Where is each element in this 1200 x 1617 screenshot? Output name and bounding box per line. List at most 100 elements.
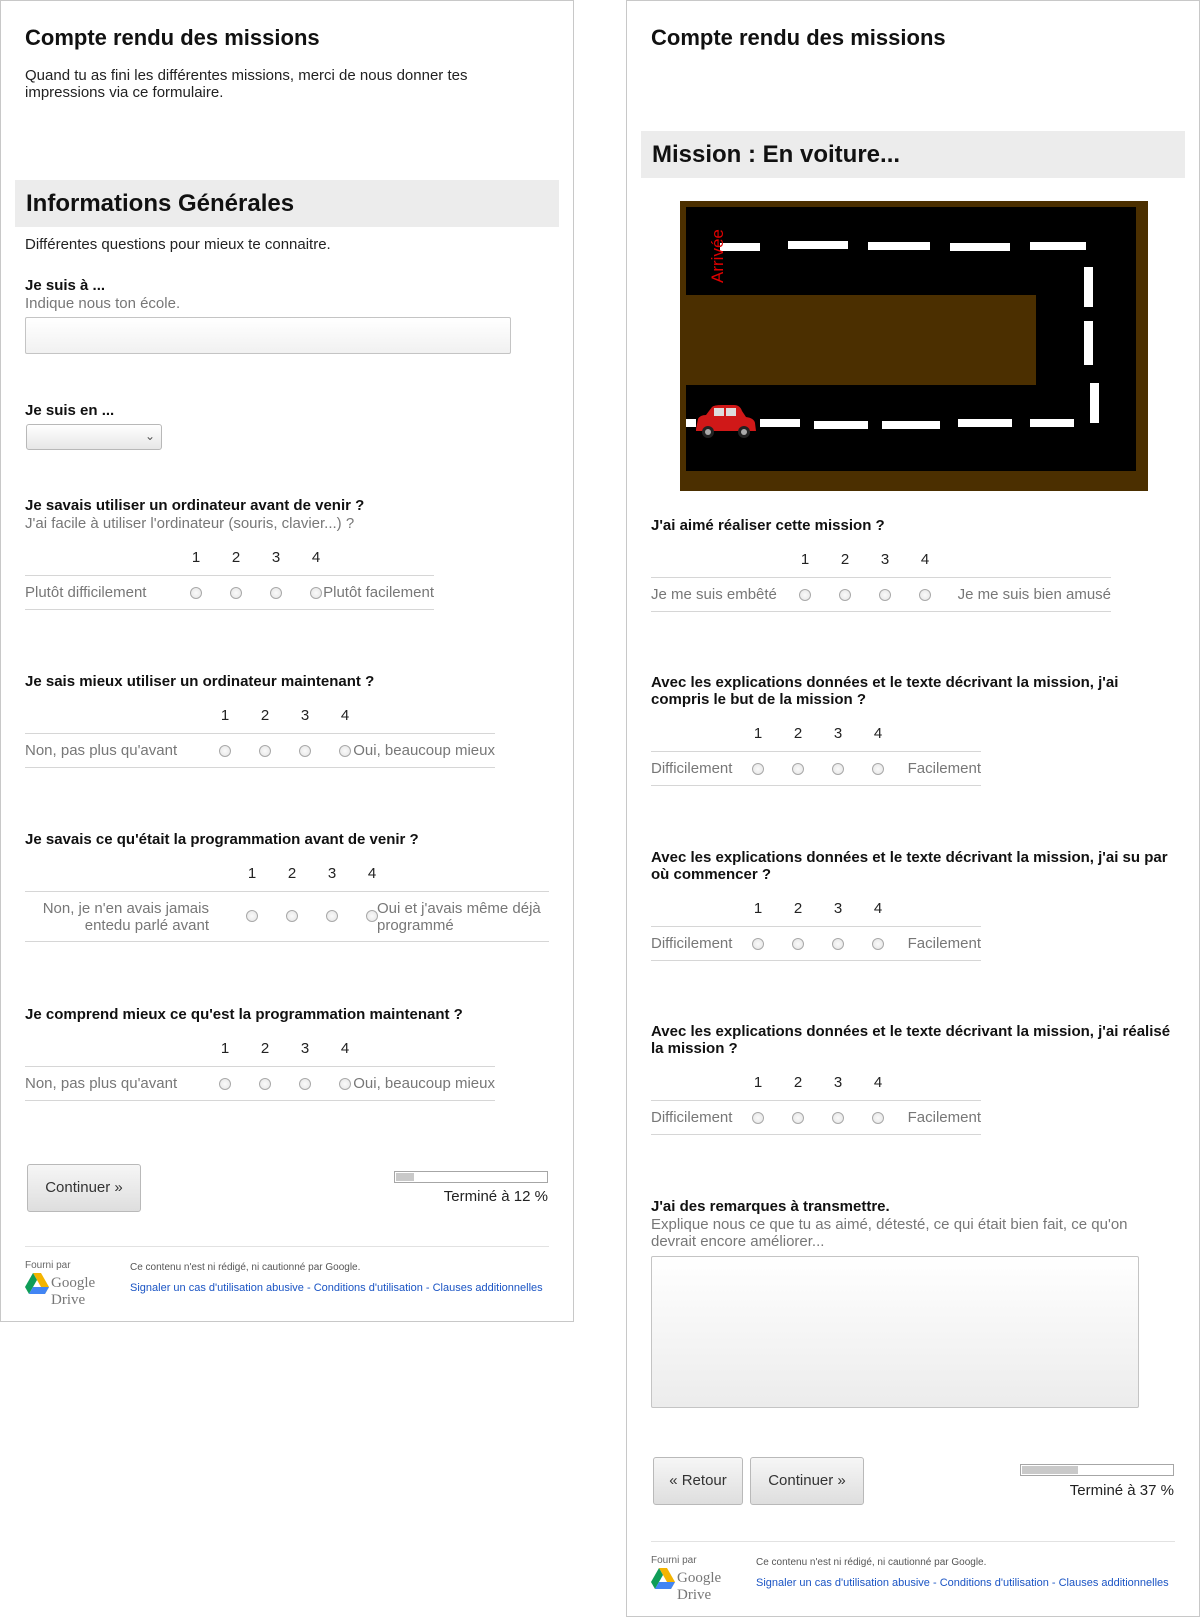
rating-radio-4[interactable] <box>872 938 884 950</box>
scale-max-label: Facilement <box>907 1109 981 1126</box>
rating-radio-1[interactable] <box>752 763 764 775</box>
scale-min-label: Difficilement <box>651 935 733 952</box>
rating-radio-2[interactable] <box>792 763 804 775</box>
road-dash <box>950 243 1010 251</box>
chevron-down-icon: ⌄ <box>144 429 155 443</box>
road-dash <box>1090 383 1099 423</box>
rating-radio-3[interactable] <box>832 763 844 775</box>
scale-min-label: Je me suis embêté <box>651 586 777 603</box>
rating-radio-4[interactable] <box>872 763 884 775</box>
rating-radio-3[interactable] <box>270 587 282 599</box>
scale-number: 1 <box>220 1040 230 1057</box>
rating-radio-1[interactable] <box>799 589 811 601</box>
rating-radio-1[interactable] <box>752 1112 764 1124</box>
rating-radio-2[interactable] <box>792 1112 804 1124</box>
section-title: Informations Générales <box>26 190 295 217</box>
footer-divider <box>25 1246 549 1247</box>
scale-number: 3 <box>880 551 890 568</box>
google-drive-logo[interactable]: Google Drive <box>25 1273 129 1308</box>
scale-number: 4 <box>340 1040 350 1057</box>
rating-radio-3[interactable] <box>299 1078 311 1090</box>
continue-button[interactable]: Continuer » <box>750 1457 864 1505</box>
scale-number: 1 <box>753 900 763 917</box>
scale-min-label: Difficilement <box>651 1109 733 1126</box>
class-select[interactable]: ⌄ <box>26 424 162 450</box>
google-drive-icon <box>651 1568 675 1589</box>
rating-radio-3[interactable] <box>299 745 311 757</box>
mission-image: Arrivée <box>680 201 1148 491</box>
continue-button[interactable]: Continuer » <box>27 1164 141 1212</box>
rating-radio-1[interactable] <box>219 745 231 757</box>
scale-row: Non, je n'en avais jamais entedu parlé a… <box>25 891 549 942</box>
road-dash <box>1030 242 1086 250</box>
google-drive-logo[interactable]: Google Drive <box>651 1568 755 1603</box>
rating-radio-1[interactable] <box>190 587 202 599</box>
remarks-textarea[interactable] <box>651 1256 1139 1408</box>
scale-max-label: Facilement <box>907 935 981 952</box>
scale-number: 1 <box>191 549 201 566</box>
rating-radio-3[interactable] <box>832 1112 844 1124</box>
rating-radio-3[interactable] <box>832 938 844 950</box>
rating-radio-4[interactable] <box>872 1112 884 1124</box>
scale-number: 2 <box>287 865 297 882</box>
section-title: Mission : En voiture... <box>652 141 901 168</box>
question-title: Je savais ce qu'était la programmation a… <box>25 831 419 848</box>
road-dash <box>1030 419 1074 427</box>
google-drive-wordmark: Google Drive <box>51 1275 96 1308</box>
scale-min-label: Non, je n'en avais jamais entedu parlé a… <box>42 900 209 934</box>
form-description: Quand tu as fini les différentes mission… <box>25 67 468 101</box>
scale-number: 2 <box>793 1074 803 1091</box>
road-dash <box>788 241 848 249</box>
scale-number: 2 <box>260 707 270 724</box>
progress-fill <box>396 1173 414 1181</box>
scale-number: 3 <box>833 725 843 742</box>
powered-by-label: Fourni par <box>651 1555 697 1566</box>
back-button[interactable]: « Retour <box>653 1457 743 1505</box>
scale-row: Difficilement Facilement <box>651 926 981 961</box>
scale-number: 1 <box>800 551 810 568</box>
road-dash <box>868 242 930 250</box>
scale-number: 1 <box>247 865 257 882</box>
rating-radio-2[interactable] <box>792 938 804 950</box>
footer-links[interactable]: Signaler un cas d'utilisation abusive - … <box>130 1282 543 1294</box>
question-title-remarks: J'ai des remarques à transmettre. <box>651 1198 890 1215</box>
scale-max-label: Oui, beaucoup mieux <box>353 1075 495 1092</box>
question-title: Je comprend mieux ce qu'est la programma… <box>25 1006 463 1023</box>
footer-links[interactable]: Signaler un cas d'utilisation abusive - … <box>756 1577 1169 1589</box>
rating-radio-1[interactable] <box>246 910 258 922</box>
rating-radio-1[interactable] <box>219 1078 231 1090</box>
scale-max-label: Je me suis bien amusé <box>957 586 1111 603</box>
scale-number: 4 <box>920 551 930 568</box>
rating-radio-2[interactable] <box>839 589 851 601</box>
scale-row: Difficilement Facilement <box>651 751 981 786</box>
school-input[interactable] <box>25 317 511 354</box>
scale-number: 3 <box>300 1040 310 1057</box>
rating-radio-4[interactable] <box>919 589 931 601</box>
scale-max-label: Facilement <box>907 760 981 777</box>
road-dash <box>1084 267 1093 307</box>
rating-radio-3[interactable] <box>326 910 338 922</box>
footer-divider <box>651 1541 1175 1542</box>
progress-text: Terminé à 37 % <box>1069 1482 1174 1499</box>
question-help-school: Indique nous ton école. <box>25 295 181 312</box>
rating-radio-1[interactable] <box>752 938 764 950</box>
progress-text: Terminé à 12 % <box>443 1188 548 1205</box>
question-title: Avec les explications données et le text… <box>651 849 1168 883</box>
scale-number: 3 <box>833 900 843 917</box>
rating-radio-2[interactable] <box>259 745 271 757</box>
progress-bar <box>1020 1464 1174 1476</box>
rating-radio-3[interactable] <box>879 589 891 601</box>
question-title: J'ai aimé réaliser cette mission ? <box>651 517 885 534</box>
scale-number: 3 <box>327 865 337 882</box>
scale-row: Non, pas plus qu'avant Oui, beaucoup mie… <box>25 733 495 768</box>
scale-min-label: Difficilement <box>651 760 733 777</box>
scale-min-label: Non, pas plus qu'avant <box>25 1075 178 1092</box>
rating-radio-2[interactable] <box>230 587 242 599</box>
scale-number: 4 <box>311 549 321 566</box>
section-header: Informations Générales <box>15 180 559 227</box>
rating-radio-2[interactable] <box>286 910 298 922</box>
scale-number: 2 <box>231 549 241 566</box>
rating-radio-2[interactable] <box>259 1078 271 1090</box>
section-header: Mission : En voiture... <box>641 131 1185 178</box>
scale-number: 3 <box>833 1074 843 1091</box>
